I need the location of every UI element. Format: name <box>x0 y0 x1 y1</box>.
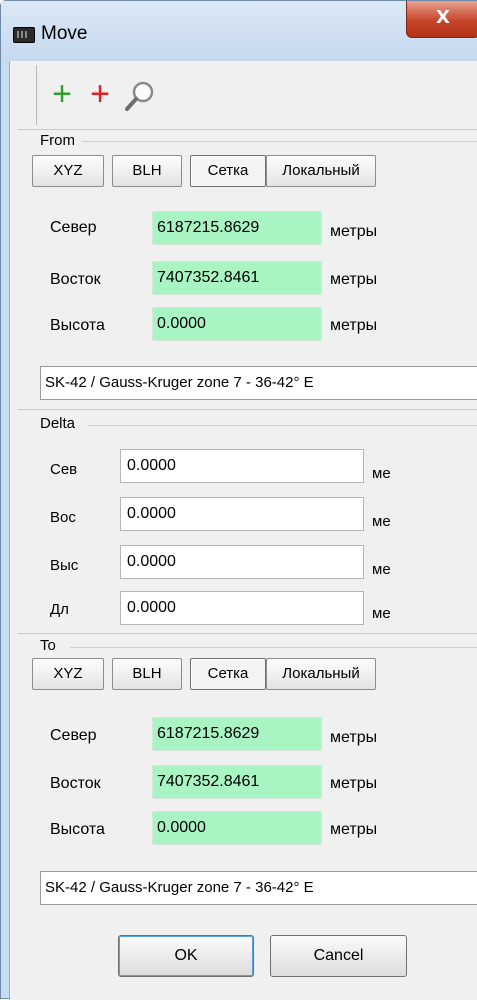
from-tab-blh[interactable]: BLH <box>112 155 182 187</box>
delta-east-input[interactable]: 0.0000 <box>120 497 364 531</box>
title-bar[interactable]: Move X <box>1 1 477 61</box>
to-north-label: Север <box>50 727 97 744</box>
from-north-unit: метры <box>330 223 378 240</box>
to-height-label: Высота <box>50 821 105 838</box>
delta-length-label: Дл <box>50 601 69 618</box>
delta-group-title: Delta <box>40 415 76 432</box>
to-north-unit: метры <box>330 729 378 746</box>
from-height-label: Высота <box>50 317 105 334</box>
to-tab-grid[interactable]: Сетка <box>190 658 266 690</box>
delta-group-line <box>88 425 477 426</box>
from-tab-xyz[interactable]: XYZ <box>32 155 104 187</box>
delta-east-unit: ме <box>372 513 391 530</box>
from-east-unit: метры <box>330 271 378 288</box>
from-bottom-divider <box>18 409 477 410</box>
delta-bottom-divider <box>18 633 477 634</box>
window-title: Move <box>41 23 88 44</box>
delta-length-input[interactable]: 0.0000 <box>120 591 364 625</box>
to-tab-xyz[interactable]: XYZ <box>32 658 104 690</box>
to-crs-field[interactable]: SK-42 / Gauss-Kruger zone 7 - 36-42° E <box>40 871 477 905</box>
to-east-value: 7407352.8461 <box>152 765 322 799</box>
add-green-icon[interactable]: + <box>47 77 77 111</box>
delta-height-label: Выс <box>50 557 79 574</box>
from-east-value: 7407352.8461 <box>152 261 322 295</box>
app-icon <box>13 27 35 43</box>
to-tab-local[interactable]: Локальный <box>266 658 376 690</box>
from-height-unit: метры <box>330 317 378 334</box>
delta-north-label: Сев <box>50 461 78 478</box>
delta-length-unit: ме <box>372 605 391 622</box>
to-height-unit: метры <box>330 821 378 838</box>
from-north-value: 6187215.8629 <box>152 211 322 245</box>
to-east-unit: метры <box>330 775 378 792</box>
magnifier-glyph <box>125 81 154 111</box>
to-tab-blh[interactable]: BLH <box>112 658 182 690</box>
cancel-button[interactable]: Cancel <box>270 935 407 977</box>
to-group-line <box>70 647 477 648</box>
toolbar: + + <box>36 65 209 125</box>
to-east-label: Восток <box>50 775 101 792</box>
delta-height-input[interactable]: 0.0000 <box>120 545 364 579</box>
from-tab-grid[interactable]: Сетка <box>190 155 266 187</box>
from-north-label: Север <box>50 219 97 236</box>
move-dialog-window: Move X + + From XYZ BLH Сетка Локальный … <box>0 0 477 1000</box>
delta-north-input[interactable]: 0.0000 <box>120 449 364 483</box>
from-tab-local[interactable]: Локальный <box>266 155 376 187</box>
from-crs-field[interactable]: SK-42 / Gauss-Kruger zone 7 - 36-42° E <box>40 366 477 400</box>
to-height-value: 0.0000 <box>152 811 322 845</box>
to-north-value: 6187215.8629 <box>152 717 322 751</box>
from-group-line <box>82 141 477 142</box>
from-height-value: 0.0000 <box>152 307 322 341</box>
toolbar-divider <box>18 129 477 130</box>
from-east-label: Восток <box>50 271 101 288</box>
delta-height-unit: ме <box>372 561 391 578</box>
dialog-body: + + From XYZ BLH Сетка Локальный Север 6… <box>9 61 477 1000</box>
delta-north-unit: ме <box>372 465 391 482</box>
from-group-title: From <box>40 132 75 149</box>
ok-button[interactable]: OK <box>118 935 254 977</box>
close-button[interactable]: X <box>406 1 477 38</box>
search-icon[interactable] <box>123 79 154 111</box>
delta-east-label: Вос <box>50 509 76 526</box>
add-red-icon[interactable]: + <box>85 77 115 111</box>
to-group-title: To <box>40 637 56 654</box>
